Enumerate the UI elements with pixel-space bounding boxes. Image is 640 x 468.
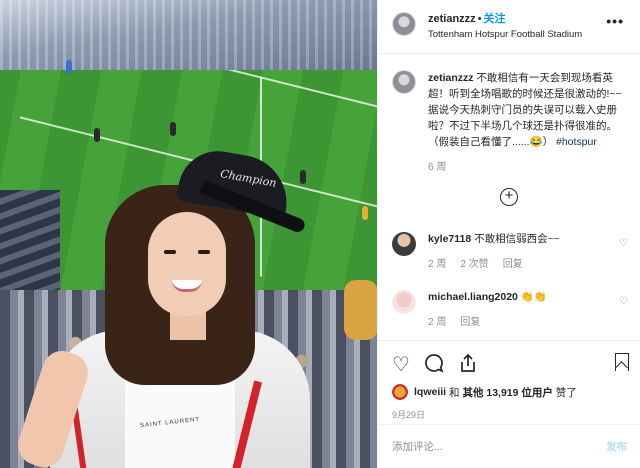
reply-button[interactable]: 回复 [503,257,523,272]
likes-summary: lqweiii 和 其他 13,919 位用户 赞了 [392,384,627,400]
liked-by-others-link[interactable]: 其他 13,919 位用户 [462,385,552,400]
location-link[interactable]: Tottenham Hotspur Football Stadium [428,28,582,42]
separator-dot: • [477,13,482,25]
caption-time[interactable]: 6 周 [428,160,628,176]
post-photo[interactable]: SAINT LAURENT Champion [0,0,377,468]
hashtag-link[interactable]: #hotspur [556,136,597,148]
post-caption: zetianzzz 不敢相信有一天会到现场看英超！听到全场唱歌的时候还是很激动的… [378,54,640,176]
author-username[interactable]: zetianzzz [428,13,476,25]
comment-item: michael.liang2020 👏👏 2 周 回复 ♡ [392,290,632,330]
post-details-panel: zetianzzz • 关注 Tottenham Hotspur Football … [377,0,640,468]
bookmark-icon[interactable] [615,353,629,371]
comment-username[interactable]: kyle7118 [428,233,471,245]
comment-text: 不敢相信弱西会~~ [474,233,560,245]
comment-time[interactable]: 2 周 [428,257,446,272]
stadium-stands-top [0,0,377,70]
plus-circle-icon[interactable]: + [500,188,518,206]
avatar[interactable] [392,232,416,256]
comment-icon[interactable] [424,353,444,378]
fan-figure [344,280,377,340]
avatar[interactable] [392,290,416,314]
avatar[interactable] [392,70,416,94]
more-horizontal-icon[interactable]: ••• [606,13,624,29]
comment-input[interactable]: 添加评论... [392,439,443,454]
comment-item: kyle7118 不敢相信弱西会~~ 2 周 2 次赞 回复 ♡ [392,232,632,272]
avatar[interactable] [392,12,416,36]
comment-username[interactable]: michael.liang2020 [428,291,518,303]
post-date[interactable]: 9月29日 [392,408,627,421]
follow-button[interactable]: 关注 [484,13,506,25]
reply-button[interactable]: 回复 [460,315,480,330]
share-icon[interactable] [458,353,478,378]
heart-icon[interactable]: ♡ [619,238,628,249]
heart-icon[interactable]: ♡ [392,355,410,375]
person-in-photo: SAINT LAURENT Champion [12,144,330,468]
comment-text: 👏👏 [520,291,547,303]
caption-username[interactable]: zetianzzz [428,72,474,84]
face [148,212,226,316]
comment-likes[interactable]: 2 次赞 [460,257,488,272]
liked-by-username[interactable]: lqweiii [414,386,446,398]
post-comment-button[interactable]: 发布 [606,439,627,454]
add-comment-bar: 添加评论... 发布 [378,424,640,468]
comment-time[interactable]: 2 周 [428,315,446,330]
heart-icon[interactable]: ♡ [619,296,628,307]
post-actions: ♡ lqweiii 和 其他 13,919 位用户 赞了 9月29日 [378,340,640,421]
avatar[interactable] [392,384,408,400]
post-header: zetianzzz • 关注 Tottenham Hotspur Football … [378,0,640,54]
